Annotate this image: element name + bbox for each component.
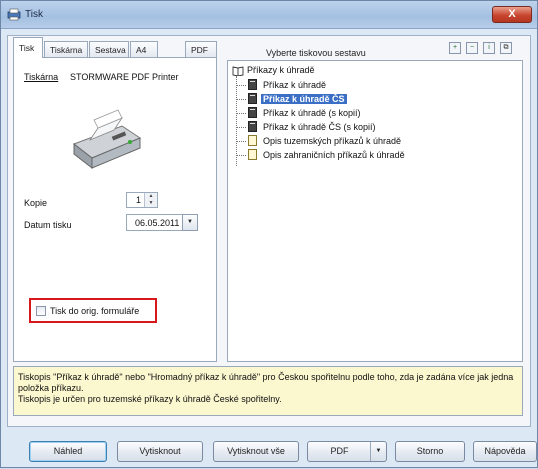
report-item[interactable]: Příkaz k úhradě xyxy=(236,79,328,91)
report-selector-label: Vyberte tiskovou sestavu xyxy=(266,48,366,58)
expand-icon[interactable]: + xyxy=(449,42,461,54)
print-dialog: Tisk X Tisk Tiskárna Sestava A4 PDF Tisk… xyxy=(0,0,538,468)
report-item[interactable]: Příkaz k úhradě ČS (s kopií) xyxy=(236,121,378,133)
light-doc-icon xyxy=(248,149,257,161)
description-line: Tiskopis je určen pro tuzemské příkazy k… xyxy=(18,394,282,404)
orig-form-label[interactable]: Tisk do orig. formuláře xyxy=(50,306,139,316)
info-icon[interactable]: i xyxy=(483,42,495,54)
chevron-down-icon[interactable]: ▼ xyxy=(370,442,386,461)
window-title: Tisk xyxy=(25,9,43,20)
tab-tisk[interactable]: Tisk xyxy=(13,37,43,58)
title-bar[interactable]: Tisk X xyxy=(1,1,537,29)
light-doc-icon xyxy=(248,135,257,147)
date-label: Datum tisku xyxy=(24,220,72,230)
printer-link[interactable]: Tiskárna xyxy=(24,72,58,82)
tree-root[interactable]: Příkazy k úhradě xyxy=(232,65,315,76)
preview-button[interactable]: Náhled xyxy=(29,441,107,462)
print-date-field[interactable]: 06.05.2011 ▼ xyxy=(126,214,198,231)
report-item[interactable]: Příkaz k úhradě (s kopií) xyxy=(236,107,363,119)
print-button[interactable]: Vytisknout xyxy=(117,441,203,462)
printer-name: STORMWARE PDF Printer xyxy=(70,72,179,82)
report-item-selected[interactable]: Příkaz k úhradě ČS xyxy=(236,93,347,105)
description-line: Tiskopis "Příkaz k úhradě" nebo "Hromadn… xyxy=(18,372,514,393)
dark-doc-icon xyxy=(248,107,257,119)
copies-spin-buttons[interactable]: ▲ ▼ xyxy=(144,193,157,207)
print-all-button[interactable]: Vytisknout vše xyxy=(213,441,299,462)
copy-icon[interactable]: ⧉ xyxy=(500,42,512,54)
report-description: Tiskopis "Příkaz k úhradě" nebo "Hromadn… xyxy=(13,366,523,416)
spin-down-icon[interactable]: ▼ xyxy=(145,200,157,207)
copies-value: 1 xyxy=(135,195,141,205)
dark-doc-icon xyxy=(248,79,257,91)
date-dropdown-button[interactable]: ▼ xyxy=(182,214,198,231)
tab-sestava[interactable]: Sestava xyxy=(89,41,129,57)
tab-pdf[interactable]: PDF xyxy=(185,41,217,57)
print-date-value: 06.05.2011 xyxy=(135,218,180,228)
orig-form-checkbox[interactable] xyxy=(36,306,46,316)
report-tree: Příkazy k úhradě Příkaz k úhradě Příkaz … xyxy=(227,60,523,362)
tab-tiskarna[interactable]: Tiskárna xyxy=(44,41,88,57)
copies-label: Kopie xyxy=(24,198,48,208)
dark-doc-icon xyxy=(248,93,257,105)
chevron-down-icon: ▼ xyxy=(187,219,193,225)
spin-up-icon[interactable]: ▲ xyxy=(145,193,157,200)
button-bar: Náhled Vytisknout Vytisknout vše PDF ▼ S… xyxy=(1,441,538,469)
dark-doc-icon xyxy=(248,121,257,133)
tree-connector xyxy=(236,76,237,166)
cancel-button[interactable]: Storno xyxy=(395,441,465,462)
help-button[interactable]: Nápověda xyxy=(473,441,537,462)
pdf-button[interactable]: PDF ▼ xyxy=(307,441,387,462)
tab-a4[interactable]: A4 xyxy=(130,41,158,57)
report-item[interactable]: Opis zahraničních příkazů k úhradě xyxy=(236,149,407,161)
copies-stepper[interactable]: 1 ▲ ▼ xyxy=(126,192,158,208)
tree-root-label: Příkazy k úhradě xyxy=(247,65,315,75)
close-button[interactable]: X xyxy=(492,6,532,23)
book-icon xyxy=(232,66,244,76)
report-item[interactable]: Opis tuzemských příkazů k úhradě xyxy=(236,135,403,147)
pdf-button-label: PDF xyxy=(330,446,349,456)
collapse-icon[interactable]: − xyxy=(466,42,478,54)
orig-form-highlight: Tisk do orig. formuláře xyxy=(29,298,157,323)
print-app-icon xyxy=(7,8,21,21)
printer-icon xyxy=(72,109,142,170)
